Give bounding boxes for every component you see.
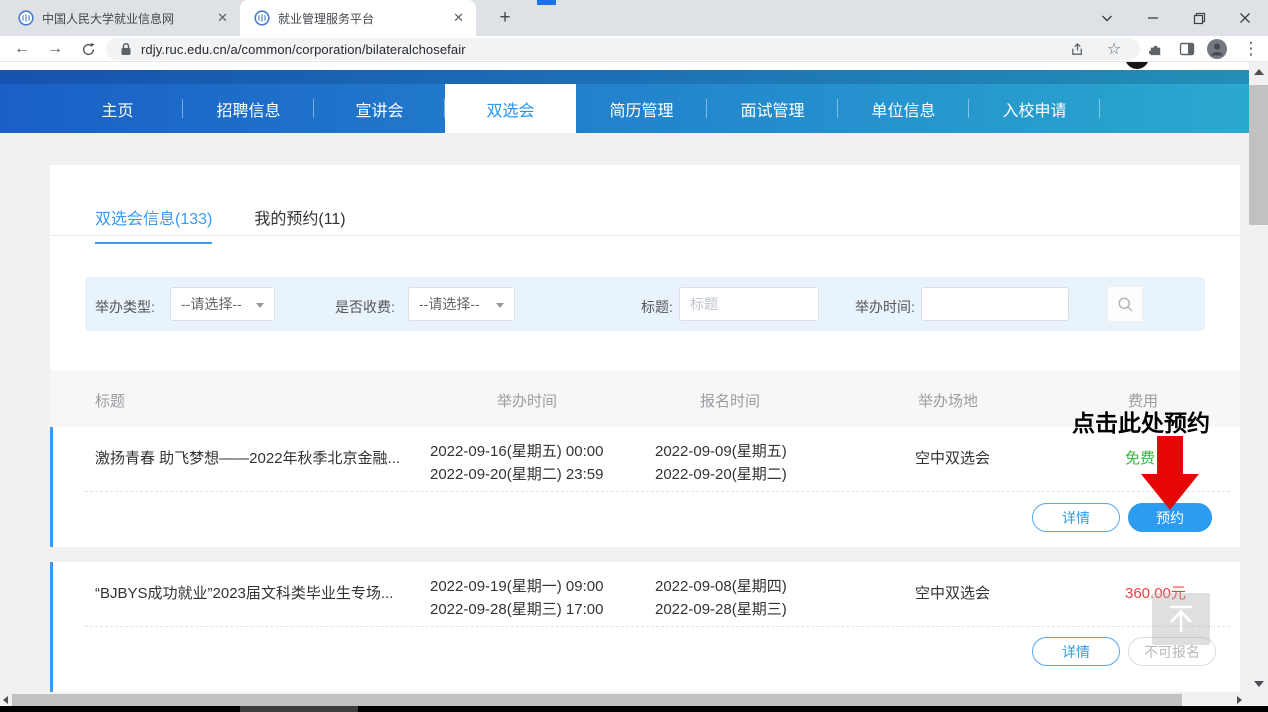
signup-time: 2022-09-08(星期四) 2022-09-28(星期三) <box>655 575 787 621</box>
back-to-top-button[interactable] <box>1152 593 1210 645</box>
type-filter-select[interactable]: --请选择-- <box>170 287 275 321</box>
table-header: 标题 举办时间 报名时间 举办场地 费用 <box>50 370 1240 427</box>
nav-item-info-session[interactable]: 宣讲会 <box>314 84 445 133</box>
fee-filter-label: 是否收费: <box>335 297 395 317</box>
nav-item-campus-entry[interactable]: 入校申请 <box>969 84 1100 133</box>
detail-button[interactable]: 详情 <box>1032 503 1120 532</box>
browser-tab-2[interactable]: 就业管理服务平台 ✕ <box>240 0 476 36</box>
side-panel-icon[interactable] <box>1176 39 1198 59</box>
type-filter-value: --请选择-- <box>181 294 242 314</box>
red-arrow-icon <box>1140 436 1200 510</box>
restore-icon[interactable] <box>1176 0 1222 36</box>
time-filter-label: 举办时间: <box>855 297 915 317</box>
taskbar-edge-segment <box>240 706 358 712</box>
vertical-scrollbar[interactable] <box>1249 62 1268 694</box>
fee-filter-select[interactable]: --请选择-- <box>408 287 515 321</box>
page-top-strip <box>0 62 1249 70</box>
window-controls <box>1084 0 1268 36</box>
detail-button[interactable]: 详情 <box>1032 637 1120 666</box>
dropdown-caret-icon <box>256 303 264 308</box>
lock-icon <box>120 42 132 56</box>
hold-time: 2022-09-19(星期一) 09:00 2022-09-28(星期三) 17… <box>430 575 603 621</box>
content-panel: 双选会信息(133) 我的预约(11) 举办类型: --请选择-- 是否收费: … <box>50 165 1240 370</box>
fee-filter-value: --请选择-- <box>419 294 480 314</box>
browser-tab-strip: 中国人民大学就业信息网 ✕ 就业管理服务平台 ✕ + <box>0 0 1268 36</box>
profile-icon[interactable] <box>1206 39 1228 59</box>
browser-tab-1[interactable]: 中国人民大学就业信息网 ✕ <box>0 0 240 36</box>
vertical-scrollbar-thumb[interactable] <box>1249 85 1268 225</box>
chevron-down-icon[interactable] <box>1084 0 1130 36</box>
tab-my-reservations[interactable]: 我的预约(11) <box>254 205 345 244</box>
tab-title: 中国人民大学就业信息网 <box>42 10 217 27</box>
scroll-up-arrow-icon[interactable] <box>1254 69 1264 75</box>
time-filter-input[interactable] <box>921 287 1069 321</box>
venue: 空中双选会 <box>915 447 990 470</box>
star-icon[interactable]: ☆ <box>1103 39 1125 59</box>
search-button[interactable] <box>1107 286 1143 322</box>
header-venue: 举办场地 <box>918 390 978 411</box>
reload-icon[interactable] <box>78 39 98 59</box>
ruc-favicon <box>18 10 34 26</box>
row-divider <box>85 626 1230 627</box>
signup-time: 2022-09-09(星期五) 2022-09-20(星期二) <box>655 440 787 486</box>
close-icon[interactable]: ✕ <box>453 10 464 26</box>
nav-item-company-info[interactable]: 单位信息 <box>838 84 969 133</box>
header-hold-time: 举办时间 <box>497 390 557 411</box>
url-text: rdjy.ruc.edu.cn/a/common/corporation/bil… <box>141 42 466 57</box>
annotation-text: 点击此处预约 <box>1072 404 1210 438</box>
search-icon <box>1117 296 1134 313</box>
nav-items: 主页 招聘信息 宣讲会 双选会 简历管理 面试管理 单位信息 入校申请 <box>52 84 1100 133</box>
browser-url-bar: ← → rdjy.ruc.edu.cn/a/common/corporation… <box>0 36 1268 62</box>
nav-item-home[interactable]: 主页 <box>52 84 183 133</box>
share-icon[interactable] <box>1066 39 1088 59</box>
tabs-divider <box>50 235 1240 236</box>
taskbar-edge <box>0 706 1268 712</box>
table-row: “BJBYS成功就业”2023届文科类毕业生专场... 2022-09-19(星… <box>50 562 1240 692</box>
scroll-left-arrow-icon[interactable] <box>3 696 8 704</box>
dropdown-caret-icon <box>496 303 504 308</box>
horizontal-scrollbar[interactable] <box>0 694 1249 706</box>
horizontal-scrollbar-thumb[interactable] <box>12 694 1182 706</box>
back-icon[interactable]: ← <box>12 39 32 59</box>
fair-title[interactable]: 激扬青春 助飞梦想——2022年秋季北京金融... <box>95 447 430 470</box>
scroll-down-arrow-icon[interactable] <box>1254 681 1264 687</box>
scrollbar-corner <box>1249 694 1268 706</box>
url-omnibox[interactable]: rdjy.ruc.edu.cn/a/common/corporation/bil… <box>106 38 1140 60</box>
forward-icon[interactable]: → <box>45 39 65 59</box>
table-row: 激扬青春 助飞梦想——2022年秋季北京金融... 2022-09-16(星期五… <box>50 427 1240 547</box>
site-nav-bar: 主页 招聘信息 宣讲会 双选会 简历管理 面试管理 单位信息 入校申请 <box>0 70 1249 133</box>
nav-item-resume[interactable]: 简历管理 <box>576 84 707 133</box>
type-filter-label: 举办类型: <box>95 297 155 317</box>
nav-item-job-fair[interactable]: 双选会 <box>445 84 576 133</box>
close-icon[interactable]: ✕ <box>217 10 228 26</box>
row-divider <box>85 491 1230 492</box>
header-title: 标题 <box>95 390 125 411</box>
page-viewport: 主页 招聘信息 宣讲会 双选会 简历管理 面试管理 单位信息 入校申请 双选会信… <box>0 62 1249 694</box>
header-signup-time: 报名时间 <box>700 390 760 411</box>
title-filter-input[interactable] <box>679 287 819 321</box>
extension-icon[interactable] <box>1144 39 1166 59</box>
fair-title[interactable]: “BJBYS成功就业”2023届文科类毕业生专场... <box>95 582 430 605</box>
title-filter-label: 标题: <box>641 297 673 317</box>
top-blue-strip <box>537 0 556 5</box>
tab-title: 就业管理服务平台 <box>278 10 453 27</box>
minimize-icon[interactable] <box>1130 0 1176 36</box>
nav-top-shade <box>0 70 1249 84</box>
venue: 空中双选会 <box>915 582 990 605</box>
back-to-top-icon <box>1164 603 1198 635</box>
hold-time: 2022-09-16(星期五) 00:00 2022-09-20(星期二) 23… <box>430 440 603 486</box>
page-tabs: 双选会信息(133) 我的预约(11) <box>95 205 346 244</box>
menu-dots-icon[interactable]: ⋮ <box>1240 39 1262 59</box>
ruc-favicon <box>254 10 270 26</box>
window-close-icon[interactable] <box>1222 0 1268 36</box>
new-tab-icon[interactable]: + <box>492 5 518 31</box>
nav-item-interview[interactable]: 面试管理 <box>707 84 838 133</box>
scroll-right-arrow-icon[interactable] <box>1237 696 1242 704</box>
tab-fair-info[interactable]: 双选会信息(133) <box>95 205 212 244</box>
nav-item-recruit-info[interactable]: 招聘信息 <box>183 84 314 133</box>
filter-bar: 举办类型: --请选择-- 是否收费: --请选择-- 标题: 举办时间: <box>85 277 1205 331</box>
